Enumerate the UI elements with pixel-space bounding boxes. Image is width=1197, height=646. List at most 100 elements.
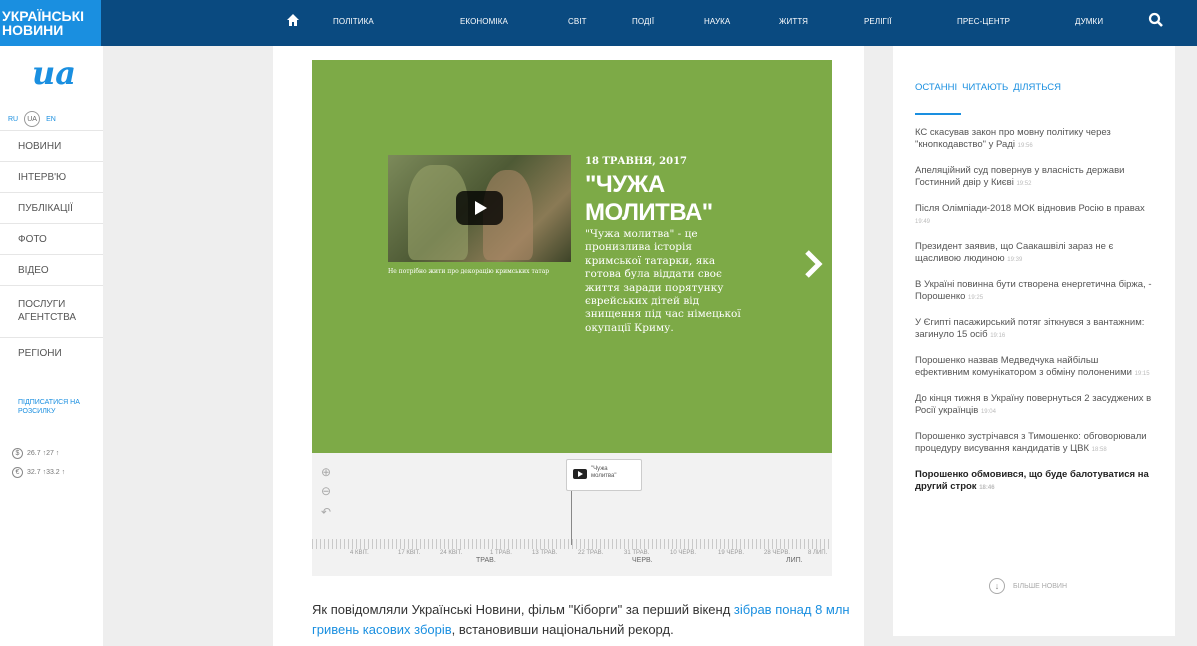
timeline-event-label: "Чужа молитва" — [591, 466, 617, 480]
logo-line-1: УКРАЇНСЬКІ — [2, 8, 85, 24]
nav-science[interactable]: НАУКА — [704, 17, 730, 26]
language-switcher: RU UA EN — [8, 111, 56, 127]
tab-latest[interactable]: ОСТАННІ — [915, 82, 957, 93]
nav-life[interactable]: ЖИТТЯ — [779, 17, 808, 26]
eur-rate: € 32.7 ↑33.2 ↑ — [12, 467, 65, 478]
story-title-line-2: МОЛИТВА" — [585, 199, 713, 226]
sidebar-item-interview[interactable]: ІНТЕРВ'Ю — [0, 161, 103, 192]
news-feed-panel: ОСТАННІ ЧИТАЮТЬ ДІЛЯТЬСЯ КС скасував зак… — [893, 46, 1175, 636]
site-logo[interactable]: УКРАЇНСЬКІ НОВИНИ — [0, 0, 101, 46]
nav-politics[interactable]: ПОЛІТИКА — [333, 17, 374, 26]
tick-label: 31 ТРАВ. — [624, 550, 650, 556]
article-text-after: , встановивши національний рекорд. — [451, 622, 674, 637]
ua-logo-icon[interactable]: ua — [32, 54, 76, 92]
story-title[interactable]: "ЧУЖА МОЛИТВА" — [585, 171, 713, 227]
timeline-event-card[interactable]: "Чужа молитва" — [566, 459, 642, 491]
news-time: 19:49 — [915, 218, 931, 225]
arrow-down-icon: ↓ — [989, 578, 1005, 594]
list-item[interactable]: Апеляційний суд повернув у власність дер… — [915, 165, 1155, 190]
sidebar-item-photo[interactable]: ФОТО — [0, 223, 103, 254]
dollar-icon: $ — [12, 448, 23, 459]
news-headline: До кінця тижня в Україну повернуться 2 з… — [915, 393, 1152, 416]
usd-rate-value: 26.7 ↑27 ↑ — [27, 450, 60, 457]
news-time: 19:39 — [1007, 256, 1023, 263]
news-time: 18:58 — [1091, 446, 1107, 453]
story-date: 18 ТРАВНЯ, 2017 — [585, 156, 688, 167]
news-time: 19:04 — [980, 408, 996, 415]
list-item[interactable]: Президент заявив, що Саакашвілі зараз не… — [915, 241, 1155, 266]
month-label: ТРАВ. — [476, 557, 496, 564]
news-time: 19:15 — [1134, 370, 1150, 377]
news-time: 18:46 — [979, 484, 995, 491]
article-text-before: Як повідомляли Українські Новини, фільм … — [312, 602, 734, 617]
sidebar-item-agency-services[interactable]: ПОСЛУГИ АГЕНТСТВА — [0, 285, 103, 337]
nav-world[interactable]: СВІТ — [568, 17, 587, 26]
news-headline: В Україні повинна бути створена енергети… — [915, 279, 1152, 302]
tick-label: 1 ТРАВ. — [490, 550, 512, 556]
nav-events[interactable]: ПОДІЇ — [632, 17, 654, 26]
list-item[interactable]: КС скасував закон про мовну політику чер… — [915, 127, 1155, 152]
news-headline: Порошенко обмовився, що буде балотуватис… — [915, 469, 1149, 492]
left-sidebar: ua RU UA EN НОВИНИ ІНТЕРВ'Ю ПУБЛІКАЦІЇ Ф… — [0, 46, 103, 646]
tick-label: 17 КВІТ. — [398, 550, 421, 556]
video-play-icon — [573, 469, 587, 479]
sidebar-item-video[interactable]: ВІДЕО — [0, 254, 103, 285]
tick-label: 10 ЧЕРВ. — [670, 550, 697, 556]
lang-en[interactable]: EN — [46, 116, 56, 123]
zoom-out-icon[interactable]: ⊖ — [321, 484, 331, 498]
news-headline: Після Олімпіади-2018 МОК відновив Росію … — [915, 203, 1145, 214]
nav-press-center[interactable]: ПРЕС-ЦЕНТР — [957, 17, 1010, 26]
timeline-event-label-line-2: молитва" — [591, 473, 617, 479]
tick-label: 19 ЧЕРВ. — [718, 550, 745, 556]
search-icon[interactable] — [1148, 12, 1164, 33]
tick-label: 22 ТРАВ. — [578, 550, 604, 556]
tab-reading[interactable]: ЧИТАЮТЬ — [962, 82, 1008, 93]
story-lead: "Чужа молитва" - це пронизлива історія к… — [585, 228, 741, 334]
sidebar-item-publications[interactable]: ПУБЛІКАЦІЇ — [0, 192, 103, 223]
featured-story-slide: Не потрібно жити про декорацію кримських… — [312, 60, 832, 453]
news-time: 19:52 — [1016, 180, 1032, 187]
nav-economy[interactable]: ЕКОНОМІКА — [460, 17, 508, 26]
active-tab-indicator — [915, 113, 961, 115]
tab-sharing[interactable]: ДІЛЯТЬСЯ — [1013, 82, 1061, 93]
news-time: 19:25 — [968, 294, 984, 301]
play-icon[interactable] — [456, 191, 503, 225]
list-item[interactable]: В Україні повинна бути створена енергети… — [915, 279, 1155, 304]
timeline-event-label-line-1: "Чужа — [591, 466, 608, 472]
more-news-button[interactable]: ↓ БІЛЬШЕ НОВИН — [989, 578, 1067, 594]
story-title-line-1: "ЧУЖА — [585, 171, 665, 198]
nav-opinions[interactable]: ДУМКИ — [1075, 17, 1103, 26]
lang-ua[interactable]: UA — [24, 111, 41, 127]
list-item[interactable]: Порошенко назвав Медведчука найбільш ефе… — [915, 355, 1155, 380]
news-tabs: ОСТАННІ ЧИТАЮТЬ ДІЛЯТЬСЯ — [915, 82, 1061, 93]
news-time: 19:56 — [1017, 142, 1033, 149]
sidebar-item-news[interactable]: НОВИНИ — [0, 130, 103, 161]
tick-label: 28 ЧЕРВ. — [764, 550, 791, 556]
news-list: КС скасував закон про мовну політику чер… — [915, 127, 1155, 507]
list-item[interactable]: Порошенко зустрічався з Тимошенко: обгов… — [915, 431, 1155, 456]
list-item[interactable]: У Єгипті пасажирський потяг зіткнувся з … — [915, 317, 1155, 342]
sidebar-menu: НОВИНИ ІНТЕРВ'Ю ПУБЛІКАЦІЇ ФОТО ВІДЕО ПО… — [0, 130, 103, 368]
main-content: Не потрібно жити про декорацію кримських… — [273, 46, 864, 646]
tick-label: 13 ТРАВ. — [532, 550, 558, 556]
tick-label: 4 КВІТ. — [350, 550, 369, 556]
lang-ru[interactable]: RU — [8, 116, 18, 123]
list-item[interactable]: Порошенко обмовився, що буде балотуватис… — [915, 469, 1155, 494]
zoom-in-icon[interactable]: ⊕ — [321, 465, 331, 479]
nav-religion[interactable]: РЕЛІГІЇ — [864, 17, 892, 26]
home-icon[interactable] — [286, 13, 302, 29]
video-thumbnail[interactable] — [388, 155, 571, 262]
chevron-right-icon[interactable] — [804, 250, 824, 283]
timeline: ⊕ ⊖ ↶ "Чужа молитва" 4 КВІТ. 17 КВІТ. 24… — [312, 453, 832, 576]
logo-line-2: НОВИНИ — [2, 22, 64, 38]
news-time: 19:16 — [990, 332, 1006, 339]
list-item[interactable]: Після Олімпіади-2018 МОК відновив Росію … — [915, 203, 1155, 228]
list-item[interactable]: До кінця тижня в Україну повернуться 2 з… — [915, 393, 1155, 418]
sidebar-item-regions[interactable]: РЕГІОНИ — [0, 337, 103, 368]
video-caption: Не потрібно жити про декорацію кримських… — [388, 268, 550, 275]
back-arrow-icon[interactable]: ↶ — [321, 505, 331, 519]
news-headline: Порошенко зустрічався з Тимошенко: обгов… — [915, 431, 1147, 454]
subscribe-link[interactable]: ПІДПИСАТИСЯ НА РОЗСИЛКУ — [18, 398, 98, 416]
news-headline: У Єгипті пасажирський потяг зіткнувся з … — [915, 317, 1145, 340]
timeline-ticks[interactable] — [312, 539, 832, 549]
